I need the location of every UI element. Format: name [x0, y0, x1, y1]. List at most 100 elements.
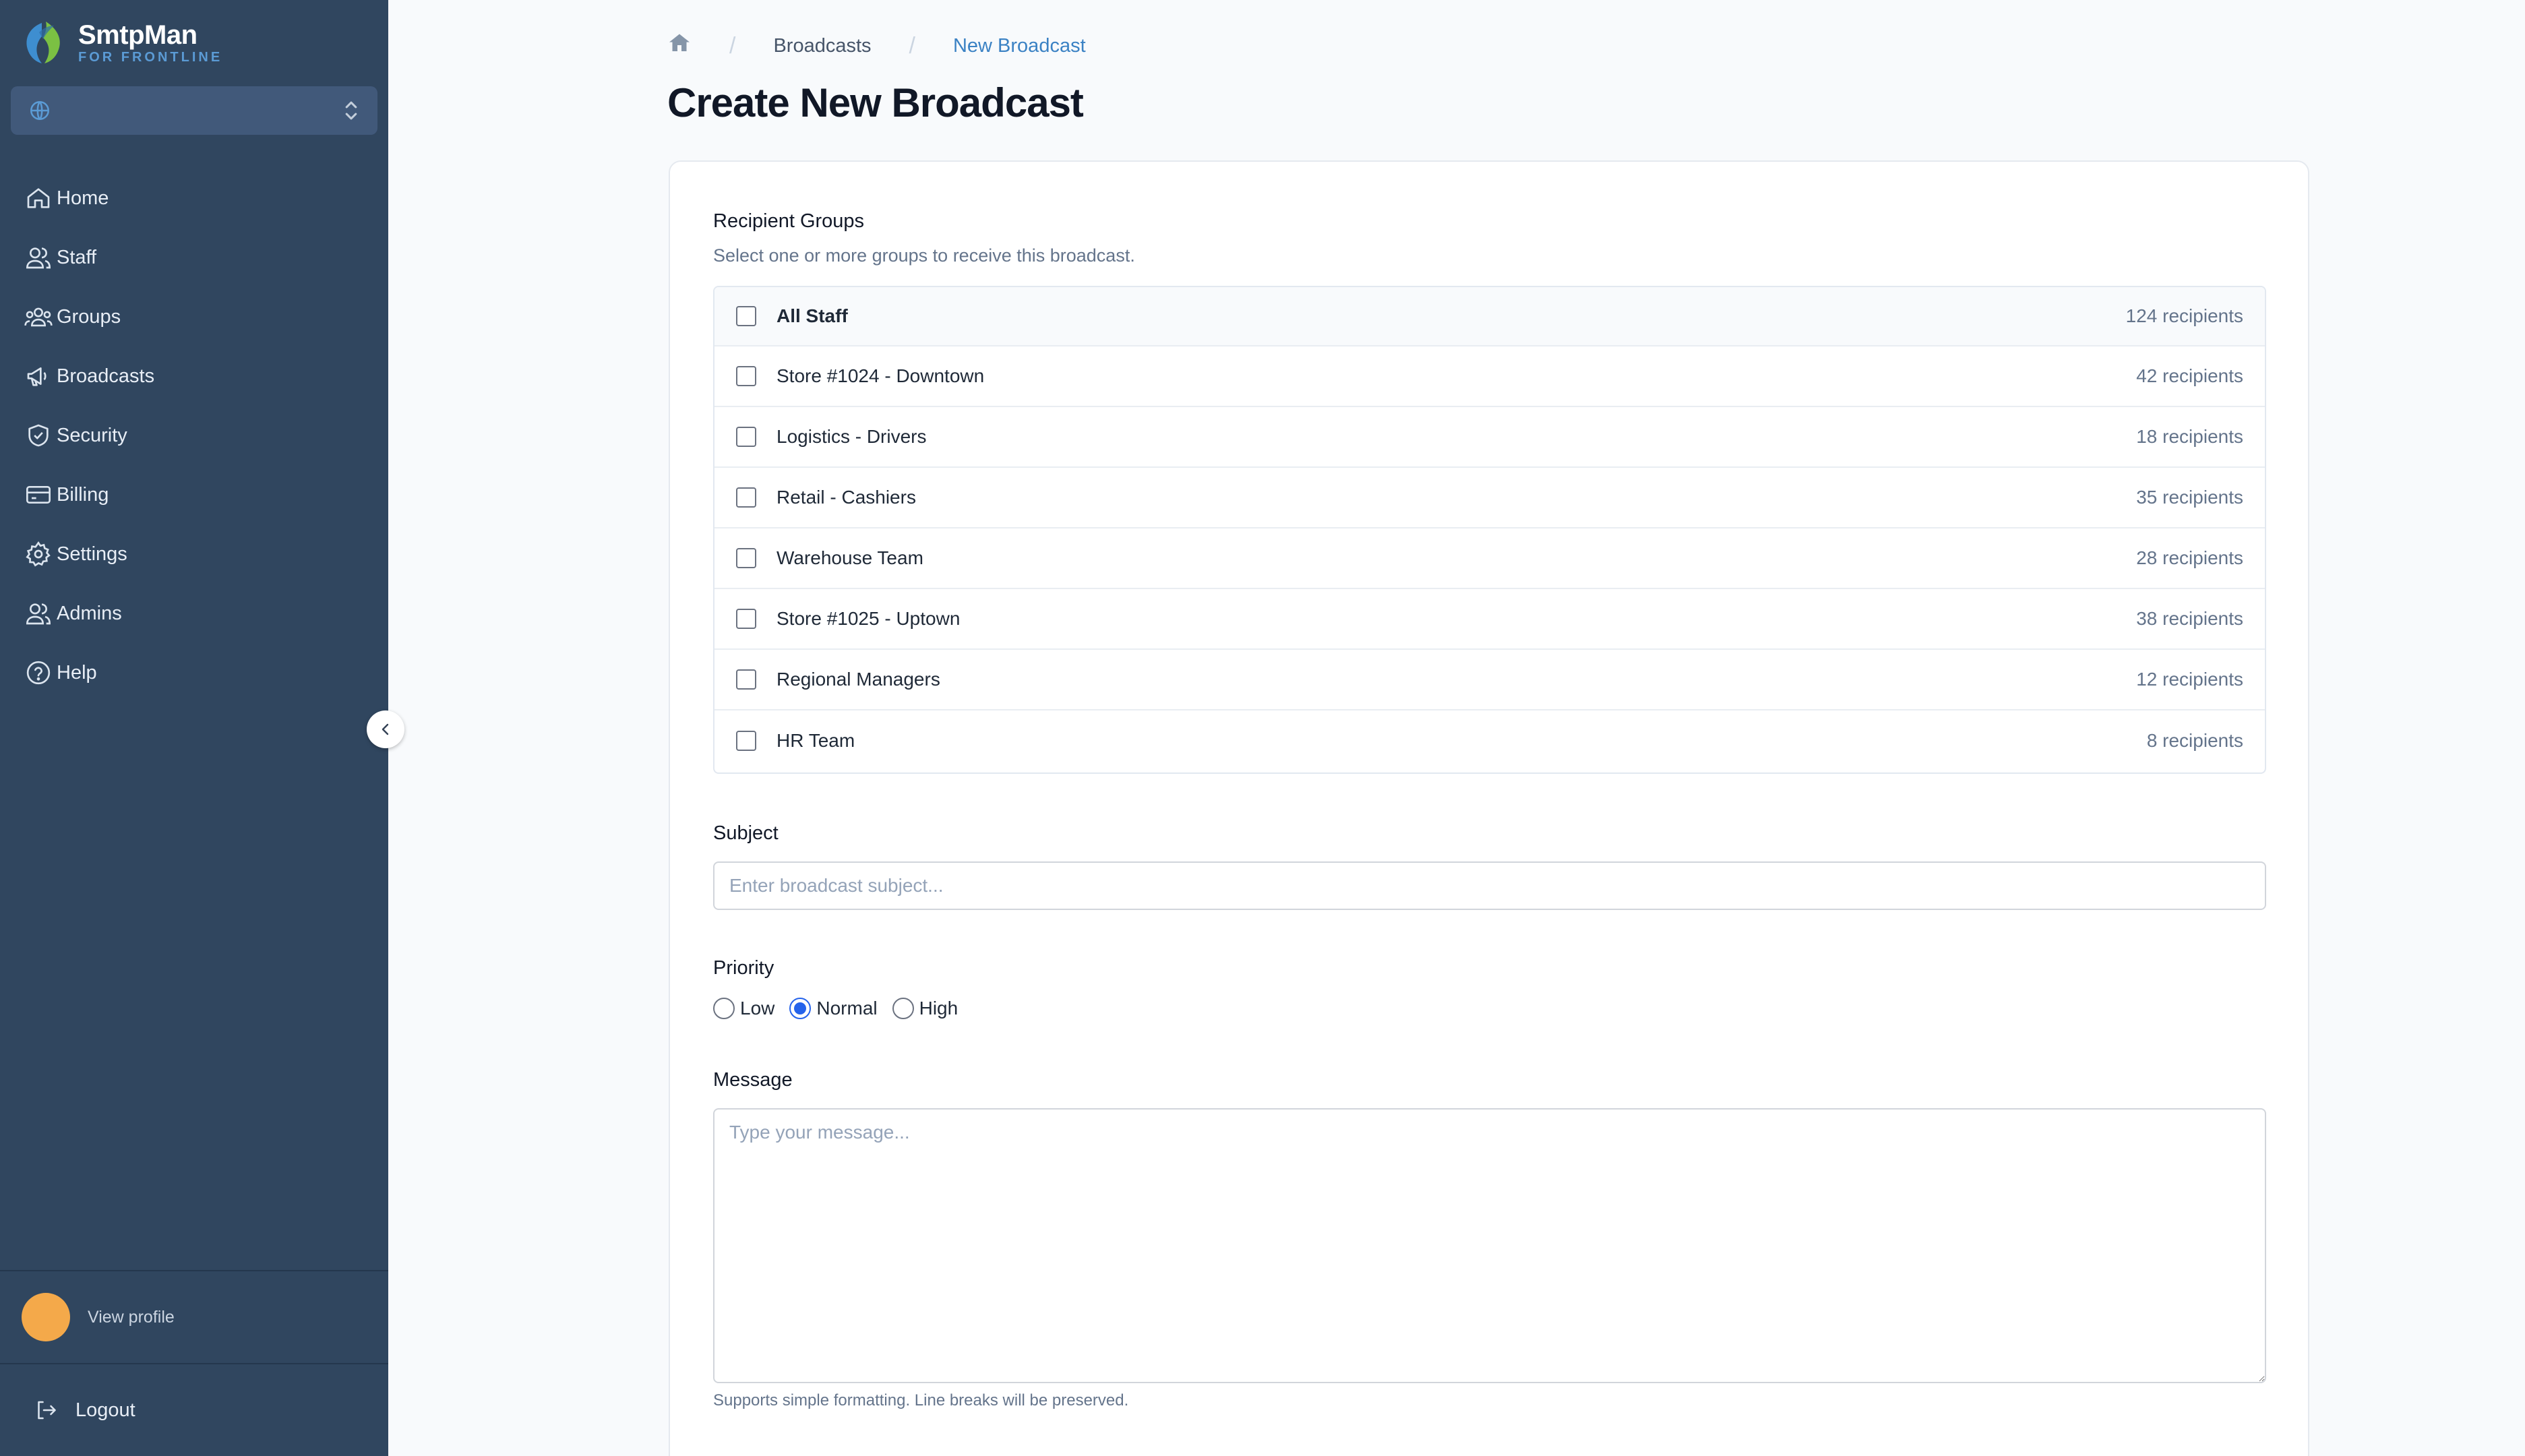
megaphone-icon	[23, 361, 54, 392]
group-checkbox[interactable]	[736, 548, 756, 568]
home-icon	[23, 183, 54, 214]
group-row[interactable]: Store #1025 - Uptown 38 recipients	[714, 589, 2265, 650]
app-tagline: FOR FRONTLINE	[78, 50, 223, 65]
group-count: 35 recipients	[2136, 487, 2243, 508]
breadcrumb-item-broadcasts[interactable]: Broadcasts	[773, 35, 871, 57]
group-name: HR Team	[777, 730, 855, 751]
chevron-left-icon	[382, 723, 389, 735]
group-name: Warehouse Team	[777, 547, 923, 568]
avatar	[22, 1293, 70, 1341]
subject-input[interactable]	[713, 861, 2266, 910]
group-name: All Staff	[777, 305, 848, 326]
home-icon	[669, 34, 690, 51]
sidebar-item-label: Help	[57, 661, 97, 684]
sidebar-nav: Home Staff Groups Broadcasts Security Bi…	[0, 169, 388, 702]
group-icon	[23, 301, 54, 332]
sidebar-item-groups[interactable]: Groups	[0, 287, 388, 346]
sidebar-item-broadcasts[interactable]: Broadcasts	[0, 346, 388, 406]
page-title: Create New Broadcast	[667, 80, 1084, 125]
breadcrumb-home[interactable]	[667, 31, 692, 61]
group-row[interactable]: Warehouse Team 28 recipients	[714, 528, 2265, 589]
sidebar-item-settings[interactable]: Settings	[0, 524, 388, 584]
group-row-all-staff[interactable]: All Staff 124 recipients	[714, 287, 2265, 346]
subject-label: Subject	[713, 822, 779, 844]
credit-card-icon	[23, 479, 54, 510]
group-row[interactable]: HR Team 8 recipients	[714, 710, 2265, 771]
logo-mark-icon	[26, 22, 60, 63]
priority-option-low[interactable]: Low	[713, 998, 774, 1019]
group-name: Store #1024 - Downtown	[777, 365, 985, 386]
group-count: 18 recipients	[2136, 426, 2243, 447]
recipient-groups-help: Select one or more groups to receive thi…	[713, 245, 1135, 266]
radio-button[interactable]	[789, 998, 812, 1019]
group-name: Store #1025 - Uptown	[777, 608, 961, 629]
logout-button[interactable]: Logout	[0, 1363, 388, 1456]
group-name: Retail - Cashiers	[777, 487, 916, 508]
priority-label: Priority	[713, 957, 774, 979]
sidebar-item-label: Billing	[57, 483, 109, 506]
radio-button[interactable]	[713, 998, 735, 1019]
group-checkbox[interactable]	[736, 487, 756, 508]
profile-link[interactable]: View profile	[0, 1270, 388, 1363]
group-row[interactable]: Retail - Cashiers 35 recipients	[714, 468, 2265, 528]
users-icon	[23, 598, 54, 629]
group-row[interactable]: Store #1024 - Downtown 42 recipients	[714, 346, 2265, 407]
priority-option-high[interactable]: High	[892, 998, 959, 1019]
gear-icon	[23, 539, 54, 570]
sidebar-item-label: Settings	[57, 543, 127, 565]
group-checkbox[interactable]	[736, 427, 756, 447]
priority-option-normal[interactable]: Normal	[789, 998, 878, 1019]
priority-radio-group: Low Normal High	[713, 998, 973, 1019]
breadcrumb-separator: /	[909, 32, 915, 59]
group-checkbox[interactable]	[736, 306, 756, 326]
group-name: Logistics - Drivers	[777, 426, 927, 447]
message-hint: Supports simple formatting. Line breaks …	[713, 1391, 1129, 1409]
sidebar-item-security[interactable]: Security	[0, 406, 388, 465]
group-checkbox[interactable]	[736, 731, 756, 751]
sidebar-item-label: Security	[57, 424, 127, 446]
sidebar-item-label: Groups	[57, 305, 121, 328]
group-count: 12 recipients	[2136, 669, 2243, 690]
sidebar-item-billing[interactable]: Billing	[0, 465, 388, 524]
group-checkbox[interactable]	[736, 366, 756, 386]
group-row[interactable]: Logistics - Drivers 18 recipients	[714, 407, 2265, 468]
radio-button[interactable]	[892, 998, 914, 1019]
sidebar-item-help[interactable]: Help	[0, 643, 388, 702]
radio-label: Low	[740, 998, 775, 1019]
recipient-groups-list: All Staff 124 recipients Store #1024 - D…	[713, 286, 2266, 774]
workspace-selector[interactable]	[11, 86, 377, 135]
radio-label: High	[919, 998, 959, 1019]
app-logo[interactable]: SmtpMan FOR FRONTLINE	[19, 19, 222, 66]
sidebar-item-home[interactable]: Home	[0, 169, 388, 228]
group-checkbox[interactable]	[736, 669, 756, 690]
recipient-groups-label: Recipient Groups	[713, 210, 865, 232]
group-row[interactable]: Regional Managers 12 recipients	[714, 650, 2265, 710]
sidebar: SmtpMan FOR FRONTLINE Home Staff Groups …	[0, 0, 388, 1456]
group-count: 8 recipients	[2146, 730, 2243, 751]
message-textarea[interactable]	[713, 1108, 2266, 1383]
sidebar-item-admins[interactable]: Admins	[0, 584, 388, 643]
broadcast-form: Recipient Groups Select one or more grou…	[669, 160, 2309, 1456]
sidebar-item-label: Broadcasts	[57, 365, 155, 387]
app-name: SmtpMan	[78, 20, 197, 50]
sidebar-item-label: Staff	[57, 246, 97, 268]
help-circle-icon	[23, 657, 54, 688]
breadcrumb-item-current[interactable]: New Broadcast	[953, 35, 1086, 57]
logout-label: Logout	[75, 1399, 135, 1421]
sidebar-item-label: Admins	[57, 602, 122, 624]
group-name: Regional Managers	[777, 669, 940, 690]
sidebar-item-label: Home	[57, 187, 109, 209]
sidebar-item-staff[interactable]: Staff	[0, 228, 388, 287]
breadcrumb: / Broadcasts / New Broadcast	[667, 32, 1086, 59]
breadcrumb-separator: /	[729, 32, 736, 59]
logout-icon	[38, 1401, 56, 1420]
collapse-sidebar-button[interactable]	[367, 710, 404, 748]
group-count: 124 recipients	[2125, 305, 2243, 326]
globe-icon	[30, 100, 50, 121]
profile-label: View profile	[88, 1307, 175, 1327]
shield-check-icon	[23, 420, 54, 451]
chevron-up-down-icon	[345, 101, 357, 120]
users-icon	[23, 242, 54, 273]
radio-label: Normal	[816, 998, 878, 1019]
group-checkbox[interactable]	[736, 609, 756, 629]
